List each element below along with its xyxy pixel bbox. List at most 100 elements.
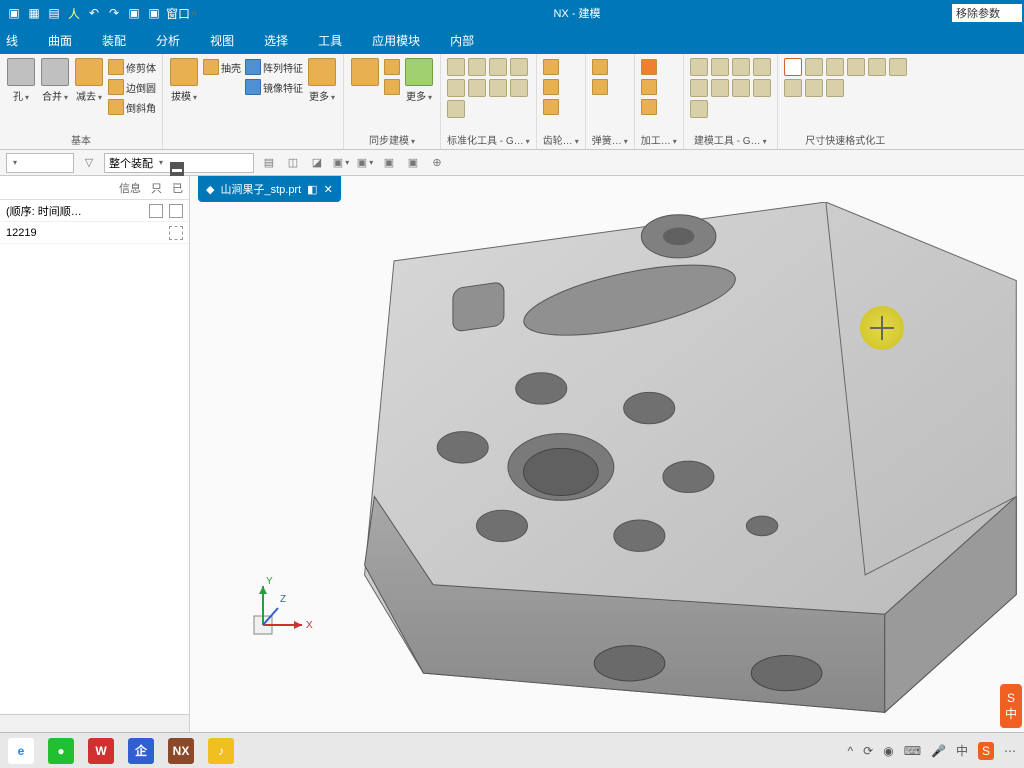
sync-more-button[interactable]: 更多 bbox=[404, 58, 434, 116]
filter-icon[interactable]: ▣ bbox=[332, 154, 350, 172]
gear-icon[interactable] bbox=[543, 98, 559, 116]
dashed-box-icon[interactable] bbox=[169, 226, 183, 240]
taskbar-edge[interactable]: e bbox=[8, 738, 34, 764]
dim-tool-icon[interactable] bbox=[826, 79, 844, 97]
model-tool-icon[interactable] bbox=[690, 79, 708, 97]
ime-badge[interactable]: S 中 bbox=[1000, 684, 1022, 728]
paste-icon[interactable]: ▣ bbox=[146, 5, 162, 21]
save-mini-icon[interactable] bbox=[149, 204, 163, 218]
tray-keyboard-icon[interactable]: ⌨ bbox=[904, 744, 921, 758]
mfg-icon[interactable] bbox=[641, 58, 657, 76]
menu-analysis[interactable]: 分析 bbox=[156, 32, 180, 49]
copy-icon[interactable]: ▣ bbox=[126, 5, 142, 21]
command-finder[interactable]: 移除参数 bbox=[952, 4, 1022, 22]
save-icon[interactable]: ▣ bbox=[6, 5, 22, 21]
view-triad[interactable]: Y Z X bbox=[248, 572, 318, 642]
std-tool-icon[interactable] bbox=[447, 100, 465, 118]
model-tool-icon[interactable] bbox=[711, 58, 729, 76]
spring-icon[interactable] bbox=[592, 58, 608, 76]
tray-chevron-icon[interactable]: ^ bbox=[848, 744, 854, 758]
mirror-feature-button[interactable]: 镜像特征 bbox=[245, 78, 303, 96]
filter-icon[interactable]: ▤ bbox=[260, 154, 278, 172]
tree-row-sequence[interactable]: (顺序: 时间顺… bbox=[0, 200, 189, 222]
sync-button1[interactable] bbox=[350, 58, 380, 116]
model-tool-icon[interactable] bbox=[753, 79, 771, 97]
taskbar-wps[interactable]: W bbox=[88, 738, 114, 764]
tray-ime-icon[interactable]: 中 bbox=[956, 742, 968, 759]
taskbar-nx[interactable]: NX bbox=[168, 738, 194, 764]
std-tool-icon[interactable] bbox=[447, 58, 465, 76]
dim-tool-icon[interactable] bbox=[826, 58, 844, 76]
measure-icon[interactable]: 人 bbox=[66, 5, 82, 21]
close-tab-icon[interactable]: ✕ bbox=[324, 183, 333, 196]
hole-button[interactable]: 孔 bbox=[6, 58, 36, 116]
taskbar-wechat[interactable]: ● bbox=[48, 738, 74, 764]
close-panel-icon[interactable]: ▬ bbox=[170, 162, 184, 176]
graphics-view[interactable]: ◆ 山涧果子_stp.prt ◧ ✕ bbox=[190, 176, 1024, 732]
gear-icon[interactable] bbox=[543, 58, 559, 76]
canvas-3d[interactable] bbox=[190, 202, 1024, 732]
menu-curve[interactable]: 线 bbox=[6, 32, 18, 49]
taskbar-qq[interactable]: 企 bbox=[128, 738, 154, 764]
redo-icon[interactable]: ↷ bbox=[106, 5, 122, 21]
std-tool-icon[interactable] bbox=[468, 58, 486, 76]
filter-icon[interactable]: ▣ bbox=[380, 154, 398, 172]
trim-body-button[interactable]: 修剪体 bbox=[108, 58, 156, 76]
tray-misc-icon[interactable]: ⋯ bbox=[1004, 744, 1016, 758]
std-tool-icon[interactable] bbox=[510, 58, 528, 76]
dim-tool-icon[interactable] bbox=[784, 58, 802, 76]
window-menu[interactable]: 窗口 bbox=[166, 5, 196, 21]
std-tool-icon[interactable] bbox=[510, 79, 528, 97]
tray-mic-icon[interactable]: 🎤 bbox=[931, 744, 946, 758]
std-tool-icon[interactable] bbox=[489, 58, 507, 76]
menu-assembly[interactable]: 装配 bbox=[102, 32, 126, 49]
draft-button[interactable]: 拔模 bbox=[169, 58, 199, 116]
col-loaded[interactable]: 已 bbox=[172, 180, 183, 196]
dim-tool-icon[interactable] bbox=[868, 58, 886, 76]
model-tool-icon[interactable] bbox=[690, 58, 708, 76]
new-icon[interactable]: ▦ bbox=[26, 5, 42, 21]
edge-blend-button[interactable]: 边倒圆 bbox=[108, 78, 156, 96]
filter-icon[interactable]: ▽ bbox=[80, 154, 98, 172]
subtract-button[interactable]: 减去 bbox=[74, 58, 104, 116]
filter-icon[interactable]: ▣ bbox=[404, 154, 422, 172]
mfg-icon[interactable] bbox=[641, 78, 657, 96]
col-readonly[interactable]: 只 bbox=[151, 180, 162, 196]
gear-icon[interactable] bbox=[543, 78, 559, 96]
dim-tool-icon[interactable] bbox=[889, 58, 907, 76]
filter-icon[interactable]: ◪ bbox=[308, 154, 326, 172]
filter-icon[interactable]: ▣ bbox=[356, 154, 374, 172]
tray-sogou-icon[interactable]: S bbox=[978, 742, 994, 760]
std-tool-icon[interactable] bbox=[489, 79, 507, 97]
menu-select[interactable]: 选择 bbox=[264, 32, 288, 49]
filter-icon[interactable]: ◫ bbox=[284, 154, 302, 172]
model-tool-icon[interactable] bbox=[690, 100, 708, 118]
chamfer-button[interactable]: 倒斜角 bbox=[108, 98, 156, 116]
unite-button[interactable]: 合并 bbox=[40, 58, 70, 116]
sync-button3[interactable] bbox=[384, 78, 400, 96]
col-info[interactable]: 信息 bbox=[119, 180, 141, 196]
menu-internal[interactable]: 内部 bbox=[450, 32, 474, 49]
open-icon[interactable]: ▤ bbox=[46, 5, 62, 21]
filter-icon[interactable]: ⊕ bbox=[428, 154, 446, 172]
menu-surface[interactable]: 曲面 bbox=[48, 32, 72, 49]
tree-row-item[interactable]: 12219 bbox=[0, 222, 189, 244]
std-tool-icon[interactable] bbox=[447, 79, 465, 97]
dim-tool-icon[interactable] bbox=[847, 58, 865, 76]
model-tool-icon[interactable] bbox=[732, 58, 750, 76]
model-tool-icon[interactable] bbox=[732, 79, 750, 97]
menu-view[interactable]: 视图 bbox=[210, 32, 234, 49]
std-tool-icon[interactable] bbox=[468, 79, 486, 97]
undo-icon[interactable]: ↶ bbox=[86, 5, 102, 21]
dim-tool-icon[interactable] bbox=[784, 79, 802, 97]
filter-dropdown-1[interactable] bbox=[6, 153, 74, 173]
document-tab[interactable]: ◆ 山涧果子_stp.prt ◧ ✕ bbox=[198, 176, 341, 202]
menu-tools[interactable]: 工具 bbox=[318, 32, 342, 49]
dim-tool-icon[interactable] bbox=[805, 58, 823, 76]
model-tool-icon[interactable] bbox=[711, 79, 729, 97]
tray-avatar-icon[interactable]: ◉ bbox=[883, 744, 893, 758]
shell-button[interactable]: 抽壳 bbox=[203, 58, 241, 76]
layout-mini-icon[interactable] bbox=[169, 204, 183, 218]
pattern-feature-button[interactable]: 阵列特征 bbox=[245, 58, 303, 76]
dim-tool-icon[interactable] bbox=[805, 79, 823, 97]
